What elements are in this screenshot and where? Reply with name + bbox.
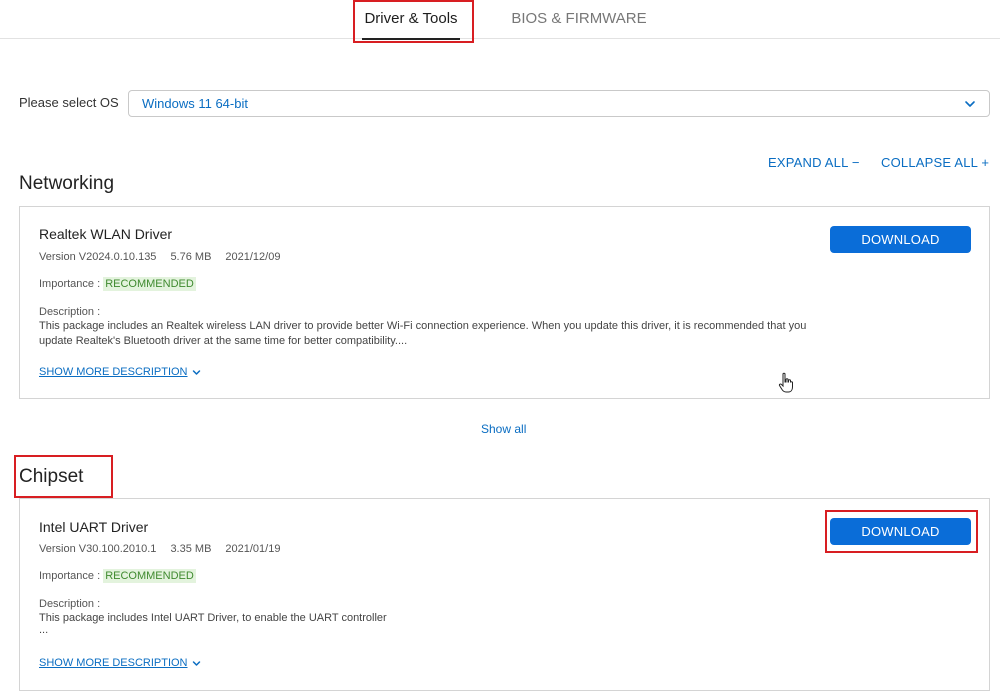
expand-all-link[interactable]: EXPAND ALL − [768,155,860,170]
tab-bios-firmware[interactable]: BIOS & FIRMWARE [511,0,647,39]
recommended-badge: RECOMMENDED [103,569,196,583]
driver-date: 2021/12/09 [225,251,281,263]
hand-pointer-icon [778,372,793,393]
collapse-all-link[interactable]: COLLAPSE ALL + [881,155,989,170]
recommended-badge: RECOMMENDED [103,277,196,291]
driver-card-realtek-wlan: Realtek WLAN Driver Version V2024.0.10.1… [19,206,990,399]
tab-driver-tools-label: Driver & Tools [364,10,458,27]
download-button[interactable]: DOWNLOAD [830,226,971,253]
chevron-down-icon [192,369,200,375]
driver-size: 5.76 MB [170,251,212,263]
driver-name: Realtek WLAN Driver [39,226,173,242]
importance-label: Importance : [39,570,101,582]
chevron-down-icon [965,101,975,107]
driver-date: 2021/01/19 [225,543,281,555]
os-select-dropdown[interactable]: Windows 11 64-bit [128,90,990,117]
driver-card-intel-uart: Intel UART Driver Version V30.100.2010.1… [19,498,990,691]
os-select-value: Windows 11 64-bit [142,96,248,111]
driver-version: Version V30.100.2010.1 [39,543,157,555]
tab-bar: Driver & Tools BIOS & FIRMWARE [0,0,1000,40]
driver-importance: Importance : RECOMMENDED [39,569,196,583]
chevron-down-icon [192,660,200,666]
description-text: This package includes an Realtek wireles… [39,320,807,347]
show-more-label: SHOW MORE DESCRIPTION [39,366,188,378]
active-tab-underline [362,38,460,40]
show-more-description-link[interactable]: SHOW MORE DESCRIPTION [39,657,201,669]
section-title-networking: Networking [19,173,115,194]
os-select-label: Please select OS [19,95,119,110]
driver-size: 3.35 MB [170,543,212,555]
show-more-label: SHOW MORE DESCRIPTION [39,657,188,669]
description-label: Description : [39,598,101,610]
show-all-link[interactable]: Show all [481,422,526,436]
driver-meta: Version V2024.0.10.135 5.76 MB 2021/12/09 [39,251,294,263]
tab-bios-firmware-label: BIOS & FIRMWARE [511,10,647,27]
tab-driver-tools[interactable]: Driver & Tools [362,0,460,40]
download-button[interactable]: DOWNLOAD [830,518,971,545]
show-more-description-link[interactable]: SHOW MORE DESCRIPTION [39,366,201,378]
driver-version: Version V2024.0.10.135 [39,251,157,263]
description-ellipsis: ... [39,624,49,636]
driver-meta: Version V30.100.2010.1 3.35 MB 2021/01/19 [39,543,294,555]
description-label: Description : [39,306,101,318]
section-title-chipset: Chipset [19,466,84,487]
driver-importance: Importance : RECOMMENDED [39,277,196,291]
importance-label: Importance : [39,278,101,290]
driver-name: Intel UART Driver [39,519,149,535]
